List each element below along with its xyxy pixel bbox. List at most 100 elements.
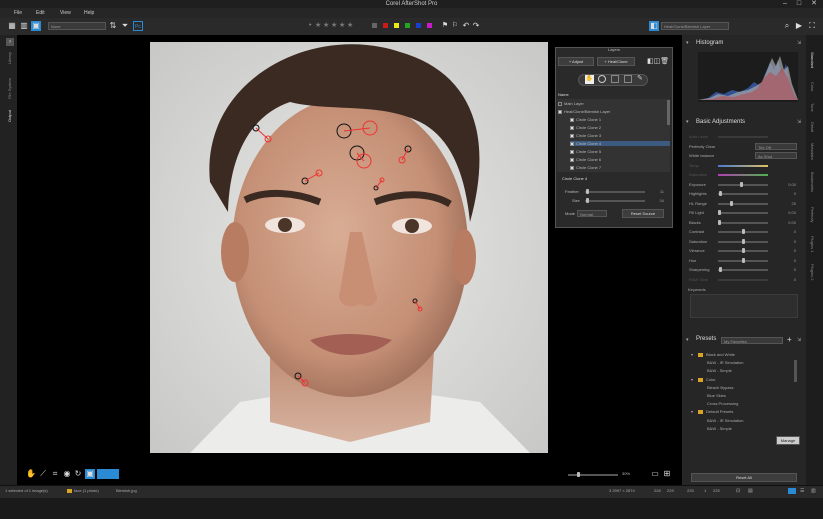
adjustment-slider[interactable] [718,164,768,167]
layer-visibility-checkbox[interactable] [570,165,574,170]
adjustment-knob[interactable] [730,200,733,206]
freehand-tool-icon[interactable] [611,75,619,83]
preset-item[interactable]: B&W - IR Simulation [707,418,743,423]
adjustment-slider[interactable] [718,174,768,176]
adjustment-dropdown[interactable]: As Shot [755,152,797,159]
add-adjust-button[interactable]: + Adjust [558,57,594,66]
rotate-right-icon[interactable]: ↷ [471,21,481,31]
hand-tool-icon[interactable]: ✋ [585,75,594,84]
layer-row[interactable]: Circle Clone 3 [570,133,601,138]
adjustment-slider[interactable] [718,269,768,271]
slideshow-icon[interactable]: ▶ [794,21,804,31]
sort-icon[interactable]: ⇅ [108,21,118,31]
layer-visibility-checkbox[interactable] [558,109,562,114]
layer-row[interactable]: Circle Clone 7 [570,165,601,170]
feather-knob[interactable] [586,189,589,194]
rotate-tool-icon[interactable]: ↻ [73,469,83,479]
right-tab[interactable]: Plugins 1 [810,236,815,252]
adjustment-slider[interactable] [718,212,768,214]
straighten-tool-icon[interactable]: ⟋ [38,469,48,479]
crop-tool-icon[interactable]: ⌗ [50,469,60,479]
adjustment-knob[interactable] [739,181,743,187]
preset-folder[interactable]: Color [706,377,716,382]
right-tab[interactable]: Tone [810,103,815,112]
layer-row[interactable]: Circle Clone 5 [570,149,601,154]
color-label-blue[interactable] [416,23,421,28]
adjustment-slider[interactable] [718,202,768,205]
layer-visibility-checkbox[interactable] [570,133,574,138]
tab-file-system[interactable]: File System [7,78,12,99]
filter-icon[interactable]: ⏷ [120,21,130,31]
color-label-none[interactable] [372,23,377,28]
view-mode-dropdown[interactable]: None [48,22,106,30]
preset-item[interactable]: Bleach Bypass [707,385,733,390]
split-view-icon[interactable]: ▥ [19,21,29,31]
menu-edit[interactable]: Edit [36,8,45,18]
keywords-field[interactable] [690,294,798,318]
adjustment-knob[interactable] [742,248,745,253]
maximize-icon[interactable]: □ [792,0,806,8]
tab-library[interactable]: Library [7,52,12,64]
rating-star-4[interactable]: ★ [339,22,345,30]
reset-source-button[interactable]: Reset Source [622,209,664,218]
adjustment-slider[interactable] [718,183,768,186]
menu-file[interactable]: File [14,8,22,18]
clone-tool-active[interactable] [97,469,119,479]
fit-icon[interactable]: ▭ [650,469,660,479]
polygon-tool-icon[interactable] [624,75,632,83]
add-heal-clone-button[interactable]: + Heal/Clone [597,57,635,66]
info-icon[interactable]: ⊡ [736,488,744,494]
menu-view[interactable]: View [60,8,71,18]
minimize-icon[interactable]: – [778,0,792,8]
close-icon[interactable]: ✕ [807,0,821,8]
preset-item[interactable]: B&W - Simple [707,368,732,373]
layer-tool-icon[interactable]: ▣ [85,469,95,479]
adjustment-knob[interactable] [718,219,721,225]
grid-mode-icon[interactable] [788,488,796,494]
histogram-toggle-icon[interactable]: ▤ [748,488,756,494]
preset-folder[interactable]: Default Presets [706,409,733,414]
presets-scrollbar[interactable] [794,360,797,382]
layer-row[interactable]: Circle Clone 4 [570,141,670,146]
adjustment-knob[interactable] [742,257,745,263]
rotate-left-icon[interactable]: ↶ [461,21,471,31]
adjustment-slider[interactable] [718,193,768,195]
reject-icon[interactable]: • [309,22,311,30]
adjustment-slider[interactable] [718,136,768,138]
redeye-tool-icon[interactable]: ◉ [62,469,72,479]
presets-dropdown[interactable]: My Favorites [721,337,783,344]
right-tab[interactable]: Plugins 2 [810,264,815,280]
right-tab[interactable]: Perfectly [810,207,815,223]
preset-item[interactable]: B&W - IR Simulation [707,360,743,365]
adjustment-slider[interactable] [718,221,768,224]
tab-output[interactable]: Output [7,110,12,122]
layer-visibility-checkbox[interactable] [570,149,574,154]
layers-scrollbar[interactable] [667,100,670,125]
size-slider[interactable] [585,200,645,202]
right-tab[interactable]: Detail [810,122,815,132]
histogram-collapse-icon[interactable]: ▾ [686,40,689,46]
histogram-menu-icon[interactable]: ⇲ [797,40,801,46]
adjustment-knob[interactable] [718,267,722,272]
layer-row[interactable]: Main Layer [558,101,584,106]
rating-star-5[interactable]: ★ [347,22,353,30]
layer-visibility-checkbox[interactable] [570,117,574,122]
color-label-red[interactable] [383,23,388,28]
color-label-purple[interactable] [427,23,432,28]
layer-row[interactable]: Circle Clone 6 [570,157,601,162]
layer-visibility-checkbox[interactable] [558,101,562,106]
rating-star-3[interactable]: ★ [331,22,337,30]
adjustment-knob[interactable] [718,210,721,215]
brush-tool-icon[interactable]: ✎ [637,75,645,83]
basic-collapse-icon[interactable]: ▾ [686,119,689,125]
fullscreen-icon[interactable]: ⛶ [807,21,817,31]
photo[interactable] [150,42,548,453]
preset-folder[interactable]: Black and White [706,352,735,357]
layer-actions-icon[interactable]: ◧◫🗑 [647,57,671,66]
adjustment-knob[interactable] [718,191,722,196]
presets-collapse-icon[interactable]: ▾ [686,337,689,343]
circle-tool-icon[interactable] [598,75,606,83]
actual-size-icon[interactable]: ⊞ [662,469,672,479]
color-label-yellow[interactable] [394,23,399,28]
right-tab[interactable]: Bookmarks [810,172,815,192]
